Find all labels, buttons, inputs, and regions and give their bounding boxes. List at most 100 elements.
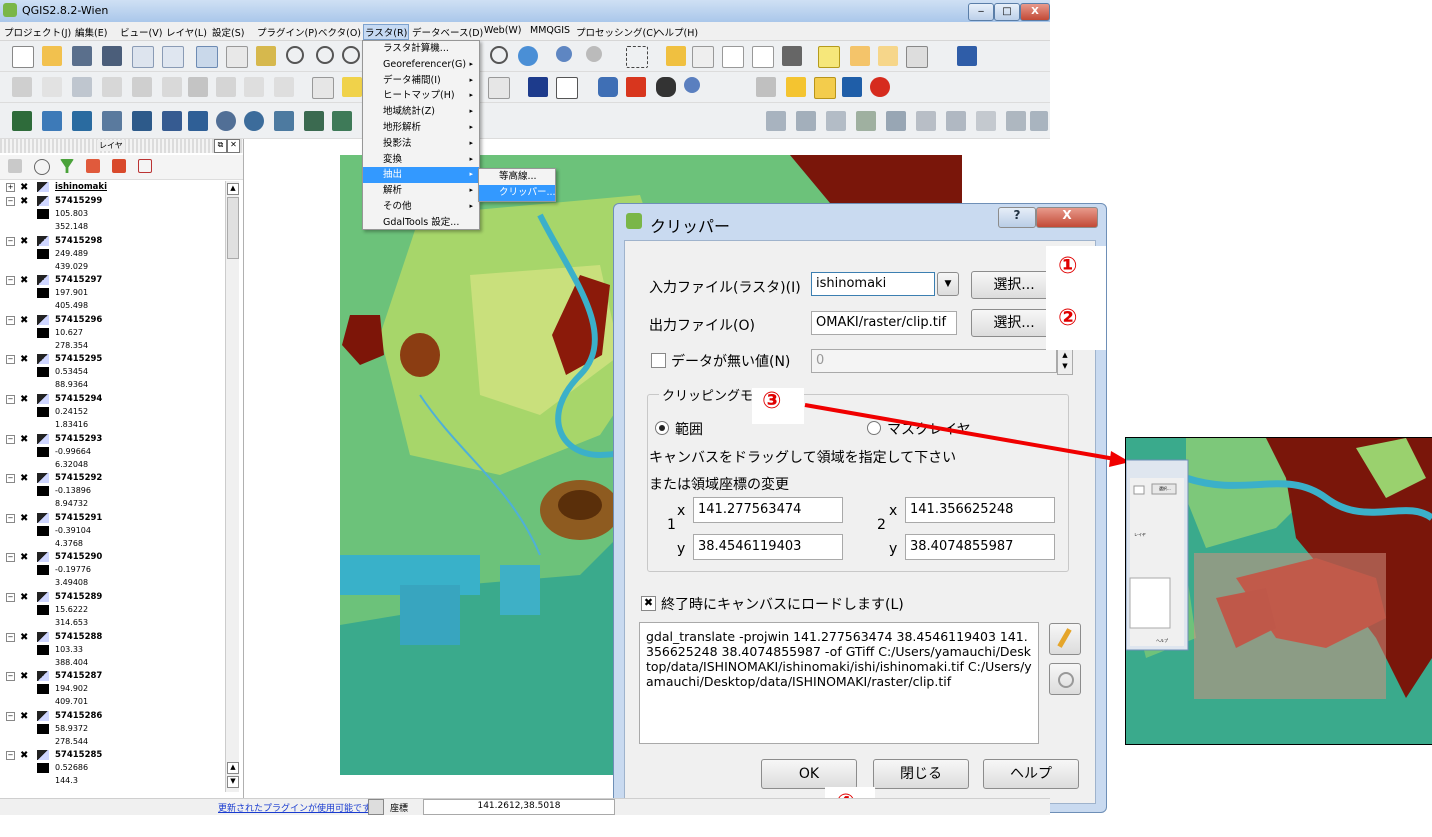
- copy-features-icon[interactable]: [244, 77, 264, 97]
- menu-item-conversion[interactable]: 変換 ▸: [363, 152, 479, 168]
- attribute-table-icon[interactable]: [722, 46, 744, 68]
- plugin-update-link[interactable]: 更新されたプラグインが使用可能です: [218, 801, 371, 814]
- geocode-icon[interactable]: [528, 77, 548, 97]
- layer-item[interactable]: − ✖ 57415292 -0.13896 8.94732: [0, 472, 226, 512]
- checkbox-checked-icon[interactable]: ✖: [20, 315, 28, 326]
- chevron-down-icon[interactable]: ▼: [937, 272, 959, 296]
- float-panel-icon[interactable]: ⧉: [214, 139, 227, 153]
- layer-item[interactable]: − ✖ 57415288 103.33 388.404: [0, 631, 226, 671]
- show-bookmarks-icon[interactable]: [878, 46, 898, 66]
- minimize-button[interactable]: ‒: [968, 3, 994, 21]
- whats-this-icon[interactable]: [985, 46, 1005, 66]
- collapse-all-icon[interactable]: [112, 159, 126, 173]
- layer-item[interactable]: − ✖ 57415295 0.53454 88.9364: [0, 353, 226, 393]
- checkbox-checked-icon[interactable]: ✖: [20, 671, 28, 682]
- coordinate-toggle-icon[interactable]: [368, 799, 384, 815]
- filter-icon[interactable]: [60, 159, 74, 173]
- menu-item-contour[interactable]: 等高線...: [479, 169, 555, 185]
- nodata-value-field[interactable]: 0: [811, 349, 1057, 373]
- label-pin-icon[interactable]: [342, 77, 362, 97]
- layer-item[interactable]: + ✖ ishinomaki: [0, 181, 226, 195]
- menu-item-projections[interactable]: 投影法 ▸: [363, 136, 479, 152]
- analysis-tool-3-icon[interactable]: [826, 111, 846, 131]
- map-tips-icon[interactable]: [818, 46, 840, 68]
- add-wcs-icon[interactable]: [244, 111, 264, 131]
- close-button[interactable]: 閉じる: [873, 759, 969, 789]
- expand-all-icon[interactable]: [86, 159, 100, 173]
- menu-item-georeferencer[interactable]: Georeferencer(G) ▸: [363, 57, 479, 73]
- pan-to-selection-icon[interactable]: [256, 46, 276, 66]
- analysis-tool-9-icon[interactable]: [1006, 111, 1026, 131]
- deselect-icon[interactable]: [666, 46, 686, 66]
- save-edits-icon[interactable]: [72, 77, 92, 97]
- add-mssql-icon[interactable]: [132, 111, 152, 131]
- layer-item[interactable]: − ✖ 57415293 -0.99664 6.32048: [0, 433, 226, 473]
- checkbox-checked-icon[interactable]: ✖: [20, 513, 28, 524]
- radio-extent[interactable]: [655, 421, 669, 435]
- node-tool-icon[interactable]: [162, 77, 182, 97]
- help-button[interactable]: ヘルプ: [983, 759, 1079, 789]
- checkbox-checked-icon[interactable]: ✖: [20, 182, 28, 193]
- menu-item-raster-calculator[interactable]: ラスタ計算機...: [363, 41, 479, 57]
- add-db2-icon[interactable]: [188, 111, 208, 131]
- select-features-icon[interactable]: [626, 46, 648, 68]
- open-folder-icon[interactable]: [42, 46, 62, 66]
- coordinate-field[interactable]: 141.2612,38.5018: [423, 799, 615, 815]
- pencil-icon[interactable]: [42, 77, 62, 97]
- profile-tool-icon[interactable]: [626, 77, 646, 97]
- help-contents-icon[interactable]: [957, 46, 977, 66]
- remove-layer-icon[interactable]: [138, 159, 152, 173]
- analysis-tool-8-icon[interactable]: [976, 111, 996, 131]
- analysis-tool-7-icon[interactable]: [946, 111, 966, 131]
- analysis-tool-2-icon[interactable]: [796, 111, 816, 131]
- menu-plugins[interactable]: プラグイン(P): [257, 25, 318, 39]
- layer-item[interactable]: − ✖ 57415298 249.489 439.029: [0, 235, 226, 275]
- checkbox-checked-icon[interactable]: ✖: [20, 711, 28, 722]
- add-postgis-icon[interactable]: [72, 111, 92, 131]
- maximize-button[interactable]: □: [994, 3, 1020, 21]
- add-point-icon[interactable]: [102, 77, 122, 97]
- menu-raster[interactable]: ラスタ(R): [363, 24, 410, 40]
- menu-item-terrain-analysis[interactable]: 地形解析 ▸: [363, 120, 479, 136]
- layer-item[interactable]: − ✖ 57415287 194.902 409.701: [0, 670, 226, 710]
- edit-command-button[interactable]: [1049, 623, 1081, 655]
- measure-icon[interactable]: [782, 46, 802, 66]
- menu-item-miscellaneous[interactable]: その他 ▸: [363, 199, 479, 215]
- field-calculator-icon[interactable]: [692, 46, 714, 68]
- composer-manager-icon[interactable]: [162, 46, 184, 68]
- x1-field[interactable]: 141.277563474: [693, 497, 843, 523]
- close-panel-icon[interactable]: ✕: [227, 139, 240, 153]
- analysis-tool-10-icon[interactable]: [1030, 111, 1048, 131]
- input-select-button[interactable]: 選択...: [971, 271, 1057, 299]
- zoom-in-icon[interactable]: [286, 46, 304, 64]
- crosshair-icon[interactable]: [726, 77, 746, 97]
- bookmark-icon[interactable]: [850, 46, 870, 66]
- text-annotation-icon[interactable]: [906, 46, 928, 68]
- python-icon[interactable]: [598, 77, 618, 97]
- csv-icon[interactable]: [556, 77, 578, 99]
- coordinate-capture-icon[interactable]: [786, 77, 806, 97]
- checkbox-checked-icon[interactable]: ✖: [20, 473, 28, 484]
- checkbox-checked-icon[interactable]: ✖: [20, 196, 28, 207]
- reset-command-button[interactable]: [1049, 663, 1081, 695]
- menu-item-interpolation[interactable]: データ補間(I) ▸: [363, 73, 479, 89]
- identify-icon[interactable]: [556, 46, 572, 62]
- menu-settings[interactable]: 設定(S): [212, 25, 244, 39]
- output-file-field[interactable]: OMAKI/raster/clip.tif: [811, 311, 957, 335]
- paste-features-icon[interactable]: [274, 77, 294, 97]
- menu-item-extraction[interactable]: 抽出 ▸: [363, 167, 479, 184]
- menu-view[interactable]: ビュー(V): [120, 25, 162, 39]
- menu-edit[interactable]: 編集(E): [75, 25, 107, 39]
- label-icon[interactable]: [312, 77, 334, 99]
- openlayers-icon[interactable]: [842, 77, 862, 97]
- zoom-out-icon[interactable]: [316, 46, 334, 64]
- action-icon[interactable]: [586, 46, 602, 62]
- qgis-cloud-icon[interactable]: [870, 77, 890, 97]
- refresh-icon[interactable]: [518, 46, 538, 66]
- checkbox-checked-icon[interactable]: ✖: [20, 354, 28, 365]
- delete-selected-icon[interactable]: [188, 77, 208, 97]
- checkbox-checked-icon[interactable]: ✖: [20, 592, 28, 603]
- toggle-editing-icon[interactable]: [12, 77, 32, 97]
- layer-item[interactable]: − ✖ 57415289 15.6222 314.653: [0, 591, 226, 631]
- menu-item-clipper[interactable]: クリッパー...: [479, 184, 556, 201]
